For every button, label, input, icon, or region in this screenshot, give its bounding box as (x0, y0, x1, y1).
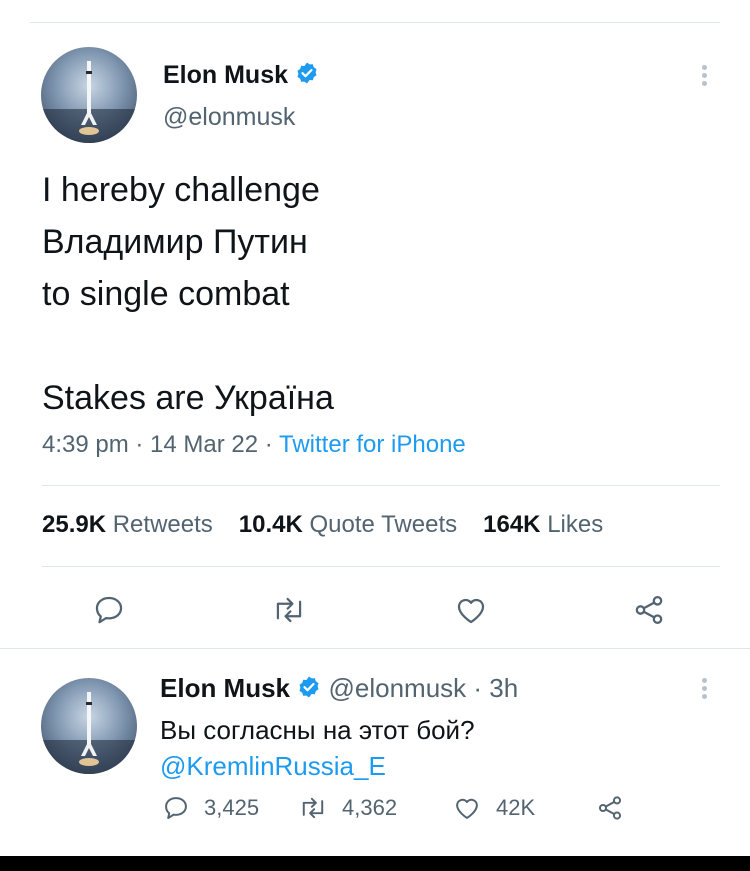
reply-author-handle[interactable]: @elonmusk (328, 673, 466, 703)
reply-time[interactable]: 3h (489, 673, 518, 703)
likes-count: 164K (483, 511, 541, 538)
reply-avatar[interactable] (41, 678, 137, 774)
tweet-line: to single combat (42, 275, 290, 313)
meta-separator: · (258, 431, 280, 458)
author-handle[interactable]: @elonmusk (163, 103, 295, 132)
likes-label: Likes (547, 511, 604, 538)
reply-like-action[interactable]: 42K (452, 794, 535, 822)
top-divider (30, 22, 720, 23)
verified-badge-icon (295, 61, 319, 92)
author-name[interactable]: Elon Musk (163, 61, 319, 92)
bottom-black-bar (0, 856, 750, 871)
reply-body: Вы согласны на этот бой? (160, 715, 475, 745)
retweet-icon[interactable] (271, 593, 307, 627)
reply-dot: · (466, 673, 490, 703)
rocket-avatar-image (41, 61, 137, 143)
more-options-icon[interactable] (702, 65, 708, 89)
stats-bottom-divider (42, 566, 720, 567)
like-icon (456, 798, 478, 819)
engagement-stats: 25.9K Retweets 10.4K Quote Tweets 164K Lik… (42, 511, 603, 539)
retweets-count: 25.9K (42, 511, 107, 538)
tweet-time[interactable]: 4:39 pm (42, 431, 129, 458)
tweet-text: I hereby challenge Владимир Путин to sin… (42, 164, 682, 424)
reply-author-name[interactable]: Elon Musk (160, 673, 290, 703)
share-icon[interactable] (632, 593, 666, 627)
reply-more-options-icon[interactable] (702, 678, 708, 702)
avatar[interactable] (41, 47, 137, 143)
like-icon[interactable] (453, 593, 489, 627)
tweet-meta: 4:39 pm · 14 Mar 22 · Twitter for iPhone (42, 431, 466, 459)
share-icon (598, 796, 622, 820)
retweets-stat[interactable]: 25.9K Retweets (42, 511, 213, 538)
author-name-text[interactable]: Elon Musk (163, 61, 288, 89)
reply-retweet-action[interactable]: 4,362 (298, 794, 397, 822)
reply-header: Elon Musk @elonmusk · 3h (160, 673, 518, 706)
reply-text: Вы согласны на этот бой? @KremlinRussia_… (160, 712, 680, 784)
verified-badge-icon (297, 675, 321, 706)
meta-separator: · (128, 431, 151, 458)
actions-bottom-divider (0, 648, 750, 649)
retweet-count: 4,362 (342, 795, 398, 820)
tweet-date[interactable]: 14 Mar 22 (150, 431, 258, 458)
tweet-line: Владимир Путин (42, 223, 308, 261)
retweets-label: Retweets (112, 511, 213, 538)
quote-tweets-count: 10.4K (238, 511, 303, 538)
reply-mention-link[interactable]: @KremlinRussia_E (160, 748, 680, 784)
quote-tweets-stat[interactable]: 10.4K Quote Tweets (239, 511, 457, 538)
reply-share-action[interactable] (596, 794, 624, 822)
tweet-source[interactable]: Twitter for iPhone (279, 431, 466, 458)
tweet-line: Stakes are Україна (42, 379, 334, 417)
reply-reply-action[interactable]: 3,425 (162, 794, 259, 822)
rocket-avatar-image (41, 692, 137, 774)
stats-top-divider (42, 485, 720, 486)
reply-icon (165, 797, 187, 820)
quote-tweets-label: Quote Tweets (309, 511, 458, 538)
reply-icon[interactable] (92, 593, 126, 627)
like-count: 42K (496, 795, 536, 820)
reply-count: 3,425 (204, 795, 260, 820)
likes-stat[interactable]: 164K Likes (483, 511, 603, 538)
tweet-line: I hereby challenge (42, 171, 320, 209)
retweet-icon (302, 797, 324, 819)
